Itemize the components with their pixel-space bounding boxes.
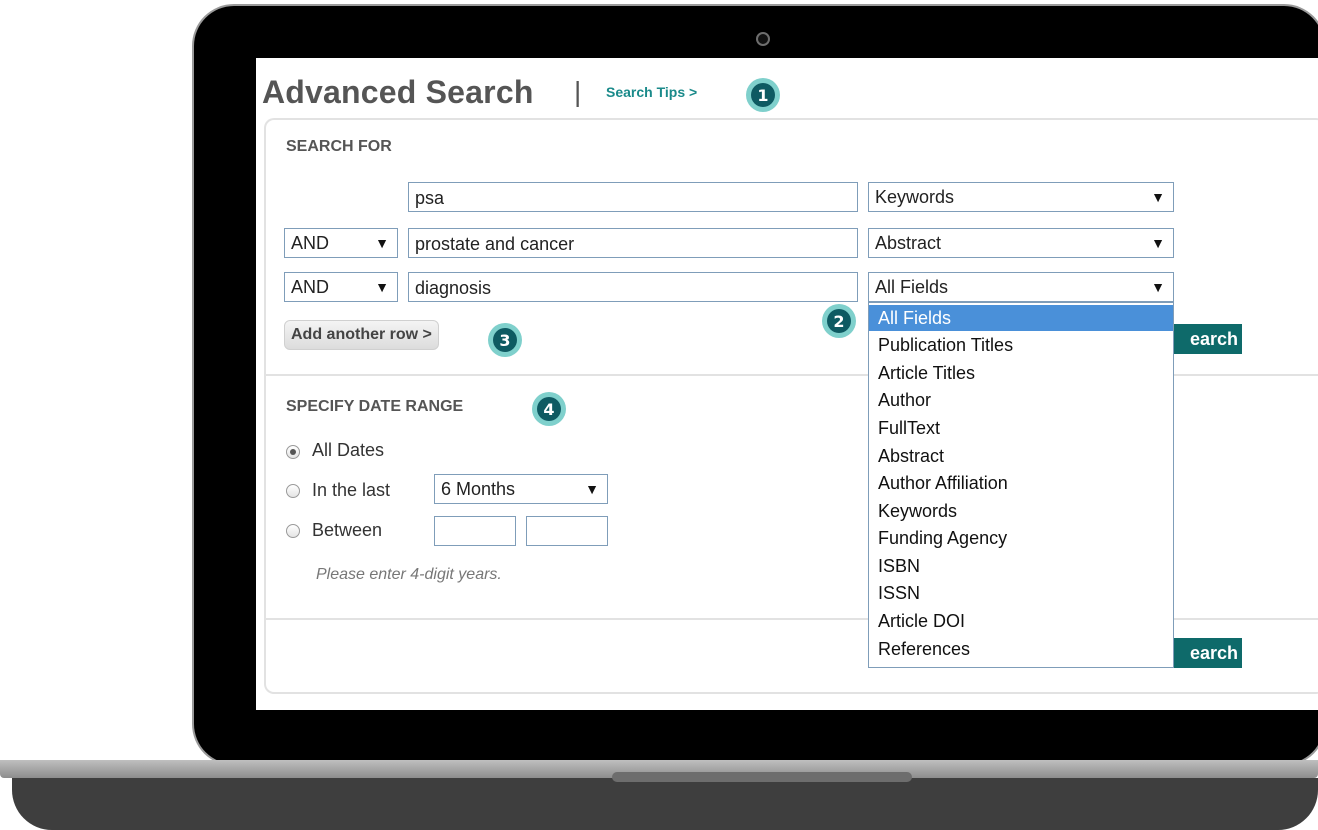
search-term-input-3[interactable]: diagnosis <box>408 272 858 302</box>
operator-select-2[interactable]: AND ▼ <box>284 228 398 258</box>
chevron-down-icon: ▼ <box>1151 279 1165 295</box>
search-tips-link[interactable]: Search Tips > <box>606 84 697 100</box>
field-select-1-value: Keywords <box>875 187 955 207</box>
field-dropdown-list: All Fields Publication Titles Article Ti… <box>868 302 1174 668</box>
add-another-row-button[interactable]: Add another row > <box>284 320 439 350</box>
field-select-3-value: All Fields <box>875 277 949 297</box>
dropdown-option[interactable]: Author Affiliation <box>869 470 1173 496</box>
callout-badge-4: 4 <box>532 392 566 426</box>
dropdown-option[interactable]: Article Titles <box>869 360 1173 386</box>
operator-select-3[interactable]: AND ▼ <box>284 272 398 302</box>
dropdown-option[interactable]: All Fields <box>869 305 1173 331</box>
chevron-down-icon: ▼ <box>375 235 389 251</box>
dropdown-option[interactable]: Keywords <box>869 498 1173 524</box>
dropdown-option[interactable]: ISBN <box>869 553 1173 579</box>
field-select-3[interactable]: All Fields ▼ <box>868 272 1174 302</box>
radio-between[interactable] <box>286 524 300 538</box>
between-from-input[interactable] <box>434 516 516 546</box>
callout-badge-1: 1 <box>746 78 780 112</box>
dropdown-option[interactable]: Publication Titles <box>869 332 1173 358</box>
dropdown-option[interactable]: FullText <box>869 415 1173 441</box>
webcam-icon <box>756 32 770 46</box>
field-select-2-value: Abstract <box>875 233 942 253</box>
radio-between-label: Between <box>312 520 383 540</box>
between-to-input[interactable] <box>526 516 608 546</box>
radio-in-the-last[interactable] <box>286 484 300 498</box>
dropdown-option[interactable]: References <box>869 636 1173 662</box>
dropdown-option[interactable]: Abstract <box>869 443 1173 469</box>
search-term-input-2[interactable]: prostate and cancer <box>408 228 858 258</box>
operator-select-2-value: AND <box>291 233 330 253</box>
laptop-notch <box>612 772 912 782</box>
chevron-down-icon: ▼ <box>1151 235 1165 251</box>
radio-all-dates-label: All Dates <box>312 440 385 460</box>
field-select-1[interactable]: Keywords ▼ <box>868 182 1174 212</box>
chevron-down-icon: ▼ <box>375 279 389 295</box>
operator-select-3-value: AND <box>291 277 330 297</box>
callout-badge-3: 3 <box>488 323 522 357</box>
chevron-down-icon: ▼ <box>585 481 599 497</box>
page-title: Advanced Search <box>262 74 534 110</box>
title-separator: | <box>574 76 582 107</box>
field-select-2[interactable]: Abstract ▼ <box>868 228 1174 258</box>
dropdown-option[interactable]: ISSN <box>869 580 1173 606</box>
chevron-down-icon: ▼ <box>1151 189 1165 205</box>
search-for-label: SEARCH FOR <box>286 138 392 155</box>
callout-badge-2: 2 <box>822 304 856 338</box>
screen: Advanced Search | Search Tips > 1 SEARCH… <box>256 58 1318 710</box>
dropdown-option[interactable]: Author <box>869 387 1173 413</box>
year-hint: Please enter 4-digit years. <box>316 566 502 583</box>
in-the-last-select[interactable]: 6 Months ▼ <box>434 474 608 504</box>
search-term-input-1[interactable]: psa <box>408 182 858 212</box>
radio-all-dates[interactable] <box>286 445 300 459</box>
date-range-label: SPECIFY DATE RANGE <box>286 398 464 415</box>
laptop-base <box>12 778 1318 830</box>
in-the-last-value: 6 Months <box>441 479 516 499</box>
dropdown-option[interactable]: Funding Agency <box>869 525 1173 551</box>
dropdown-option[interactable]: Article DOI <box>869 608 1173 634</box>
radio-in-the-last-label: In the last <box>312 480 391 500</box>
